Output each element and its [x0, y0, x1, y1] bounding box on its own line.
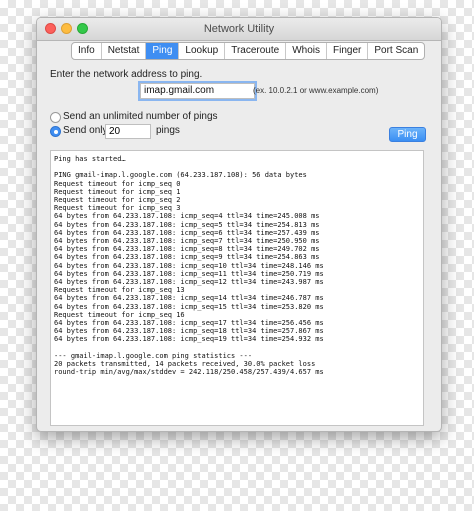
output-line: Request timeout for icmp_seq 13: [54, 286, 185, 295]
tab-port-scan[interactable]: Port Scan: [368, 43, 424, 59]
output-line: Request timeout for icmp_seq 16: [54, 310, 185, 319]
output-line: 64 bytes from 64.233.187.108: icmp_seq=1…: [54, 302, 324, 311]
address-hint: (ex. 10.0.2.1 or www.example.com): [253, 86, 379, 95]
ping-button[interactable]: Ping: [389, 127, 426, 142]
tab-info[interactable]: Info: [72, 43, 102, 59]
send-only-radio[interactable]: [50, 126, 61, 137]
send-only-label: Send only: [63, 125, 108, 136]
output-line: 64 bytes from 64.233.187.108: icmp_seq=5…: [54, 220, 320, 229]
window-title: Network Utility: [203, 23, 275, 35]
ping-output-panel[interactable]: Ping has started… PING gmail-imap.l.goog…: [50, 150, 424, 426]
output-line: PING gmail-imap.l.google.com (64.233.187…: [54, 171, 307, 180]
unlimited-pings-label: Send an unlimited number of pings: [63, 111, 218, 122]
output-line: 64 bytes from 64.233.187.108: icmp_seq=1…: [54, 278, 324, 287]
tab-ping[interactable]: Ping: [146, 43, 180, 59]
ping-count-input[interactable]: 20: [105, 124, 151, 139]
tab-traceroute[interactable]: Traceroute: [225, 43, 287, 59]
output-line: 64 bytes from 64.233.187.108: icmp_seq=1…: [54, 294, 324, 303]
output-line: 64 bytes from 64.233.187.108: icmp_seq=1…: [54, 319, 324, 328]
tab-whois[interactable]: Whois: [286, 43, 327, 59]
output-line: Request timeout for icmp_seq 0: [54, 179, 181, 188]
output-line: 64 bytes from 64.233.187.108: icmp_seq=6…: [54, 228, 320, 237]
output-line: 64 bytes from 64.233.187.108: icmp_seq=8…: [54, 245, 320, 254]
output-line: 64 bytes from 64.233.187.108: icmp_seq=9…: [54, 253, 320, 262]
output-line: Ping has started…: [54, 155, 126, 163]
output-line: 64 bytes from 64.233.187.108: icmp_seq=4…: [54, 212, 320, 221]
output-line: 64 bytes from 64.233.187.108: icmp_seq=7…: [54, 237, 320, 246]
output-line: Request timeout for icmp_seq 2: [54, 196, 181, 205]
unlimited-pings-radio[interactable]: [50, 112, 61, 123]
address-prompt: Enter the network address to ping.: [50, 69, 203, 80]
tab-finger[interactable]: Finger: [327, 43, 369, 59]
network-utility-window: Network Utility Info Netstat Ping Lookup…: [36, 17, 442, 432]
output-line: 64 bytes from 64.233.187.108: icmp_seq=1…: [54, 335, 324, 344]
address-input[interactable]: imap.gmail.com: [140, 83, 255, 99]
output-line: round-trip min/avg/max/stddev = 242.118/…: [54, 368, 324, 377]
tab-netstat[interactable]: Netstat: [102, 43, 147, 59]
output-line: 64 bytes from 64.233.187.108: icmp_seq=1…: [54, 269, 324, 278]
output-line: 64 bytes from 64.233.187.108: icmp_seq=1…: [54, 327, 324, 336]
output-line: 64 bytes from 64.233.187.108: icmp_seq=1…: [54, 261, 324, 270]
output-line: Request timeout for icmp_seq 1: [54, 187, 181, 196]
output-line: Request timeout for icmp_seq 3: [54, 204, 181, 213]
ping-output-text: Ping has started… PING gmail-imap.l.goog…: [51, 151, 423, 376]
title-bar[interactable]: Network Utility: [37, 18, 441, 41]
tab-lookup[interactable]: Lookup: [179, 43, 226, 59]
output-line: 20 packets transmitted, 14 packets recei…: [54, 360, 316, 369]
ping-count-suffix: pings: [156, 125, 180, 136]
output-line: --- gmail-imap.l.google.com ping statist…: [54, 351, 253, 360]
tab-bar: Info Netstat Ping Lookup Traceroute Whoi…: [71, 42, 426, 60]
